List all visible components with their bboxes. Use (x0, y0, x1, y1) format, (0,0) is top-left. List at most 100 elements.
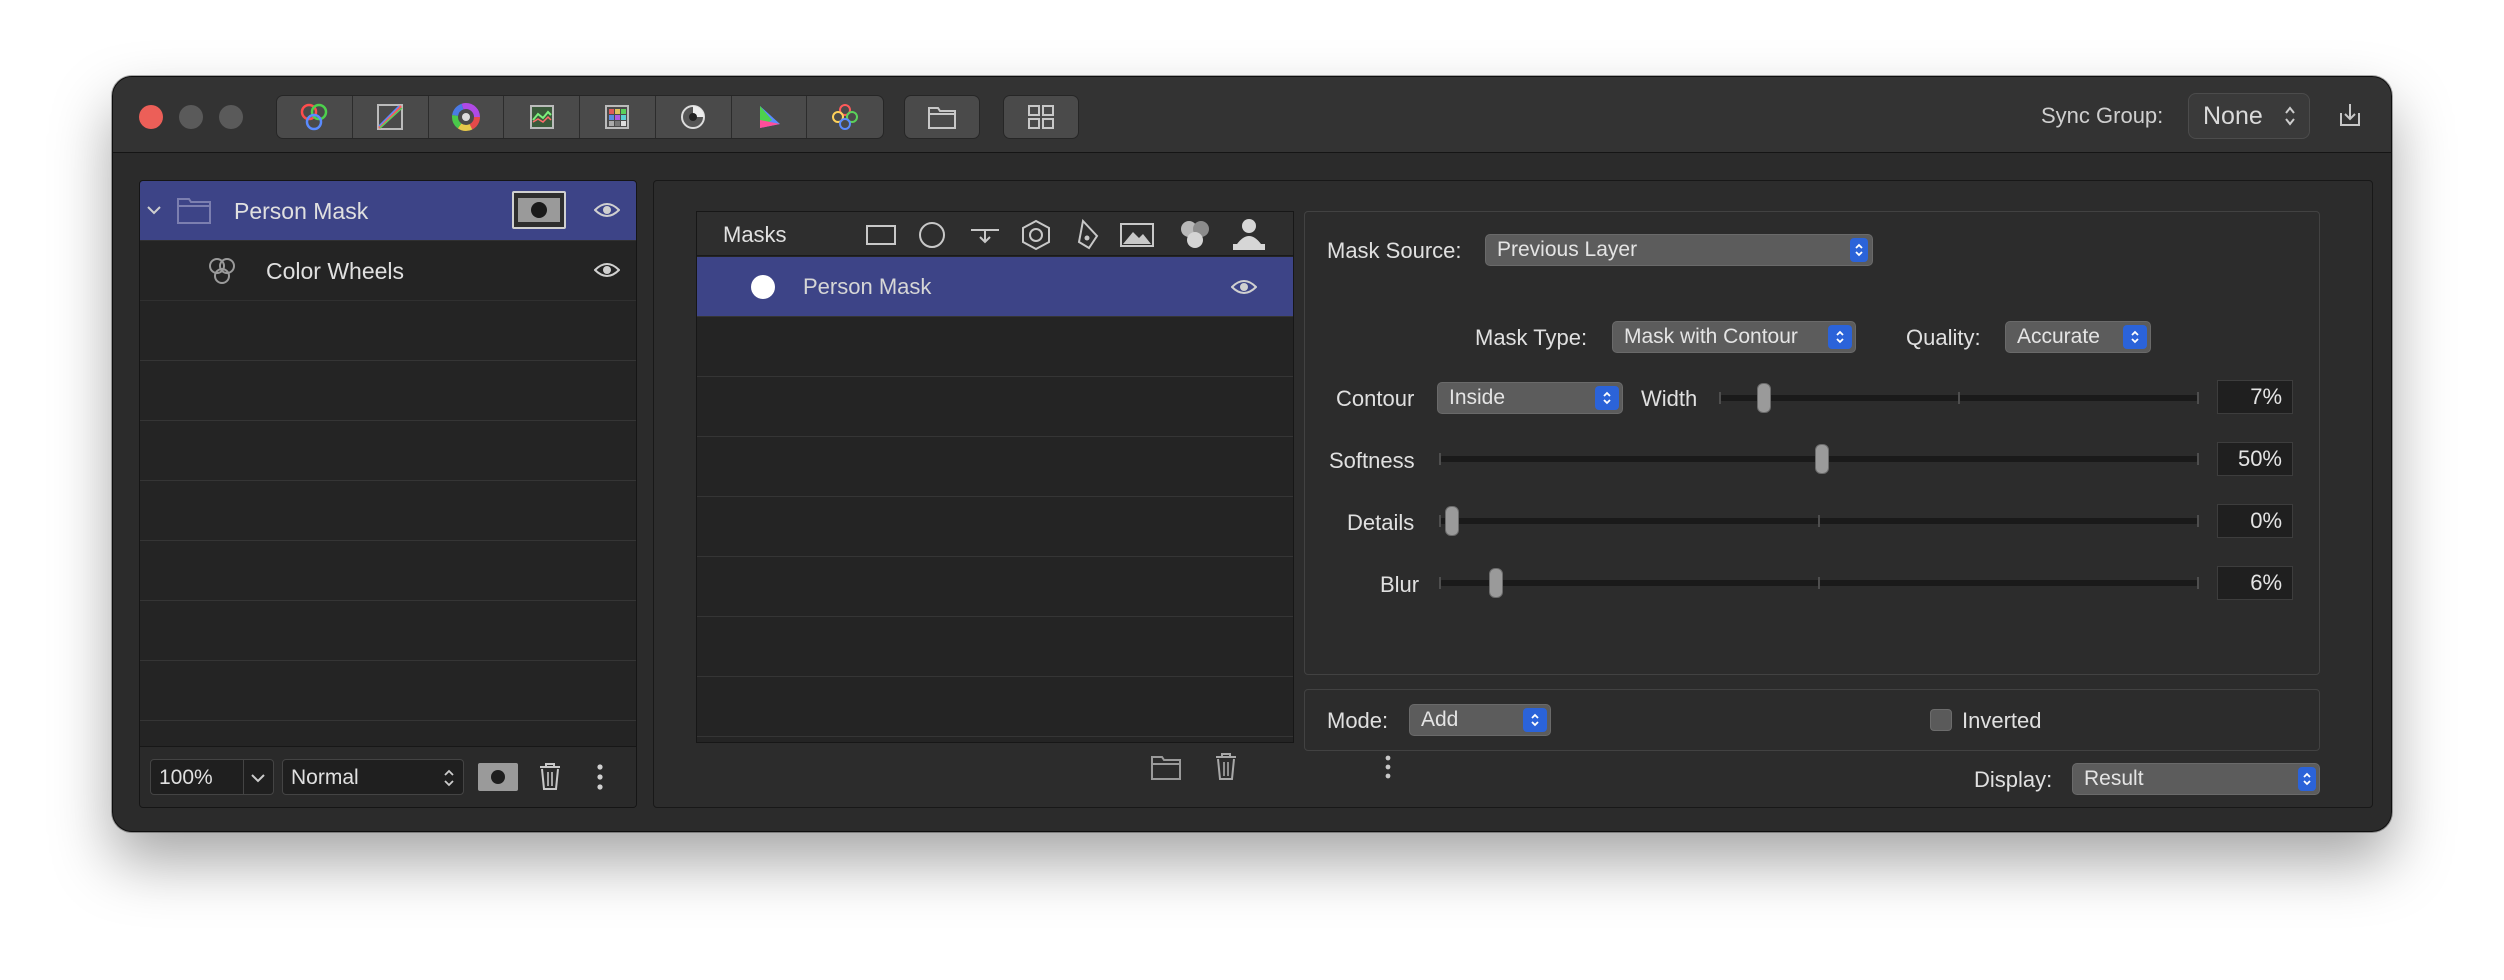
eye-icon[interactable] (594, 261, 620, 279)
blur-slider[interactable] (1439, 568, 2199, 598)
grid-lut-tool-button[interactable] (580, 96, 656, 138)
blur-value-field[interactable]: 6% (2217, 566, 2293, 600)
grid-view-button[interactable] (1004, 96, 1078, 138)
color-channels-tool-button[interactable] (807, 96, 883, 138)
new-folder-icon[interactable] (1150, 753, 1182, 781)
details-value-field[interactable]: 0% (2217, 504, 2293, 538)
empty-row (140, 301, 636, 361)
slider-knob[interactable] (1489, 568, 1503, 598)
stepper-arrows-icon (2285, 106, 2295, 126)
browser-button-group (904, 95, 980, 139)
sync-group-label: Sync Group: (2041, 103, 2164, 128)
polygon-mask-icon[interactable] (1019, 218, 1053, 252)
empty-row (140, 601, 636, 661)
grid-lut-icon (605, 105, 630, 129)
mask-dot-icon (751, 275, 775, 299)
slider-knob[interactable] (1757, 383, 1771, 413)
mask-thumbnail[interactable] (512, 191, 566, 229)
mask-source-select[interactable]: Previous Layer (1485, 234, 1873, 266)
chevron-down-icon[interactable] (146, 203, 162, 217)
layer-label: Person Mask (234, 198, 369, 224)
eye-icon[interactable] (1231, 278, 1257, 296)
mode-select[interactable]: Add (1409, 704, 1551, 736)
layer-label: Color Wheels (266, 258, 405, 284)
mask-source-label: Mask Source: (1327, 238, 1462, 263)
add-mask-button[interactable] (478, 763, 518, 791)
mask-row[interactable]: Person Mask (697, 257, 1293, 317)
quality-value: Accurate (2017, 325, 2100, 348)
more-options-icon[interactable] (1384, 754, 1392, 780)
color-wheels-icon (301, 103, 328, 131)
lens-tool-button[interactable] (656, 96, 732, 138)
width-value-field[interactable]: 7% (2217, 380, 2293, 414)
contour-select[interactable]: Inside (1437, 382, 1623, 414)
more-options-icon[interactable] (596, 762, 604, 792)
quality-select[interactable]: Accurate (2005, 321, 2151, 353)
gamut-triangle-icon (759, 106, 780, 128)
stepper-arrows-icon (1531, 713, 1539, 727)
blend-mode-select[interactable]: Normal (282, 759, 464, 795)
rectangle-mask-icon[interactable] (865, 224, 897, 246)
empty-row (140, 481, 636, 541)
color-key-mask-icon[interactable] (1177, 218, 1213, 252)
slider-tick (2197, 577, 2199, 589)
grid-view-icon (1028, 105, 1054, 129)
pen-mask-icon[interactable] (1075, 218, 1103, 252)
gradient-mask-icon[interactable] (969, 222, 1001, 248)
empty-row (697, 617, 1293, 677)
slider-tick (1958, 392, 1960, 404)
waveform-tool-button[interactable] (504, 96, 580, 138)
blend-mode-value: Normal (291, 766, 359, 789)
mode-box: Mode: Add Inverted (1304, 689, 2320, 751)
empty-row (697, 677, 1293, 737)
inverted-checkbox[interactable] (1930, 709, 1952, 731)
person-mask-icon[interactable] (1231, 216, 1267, 252)
trash-icon[interactable] (538, 761, 562, 791)
display-select[interactable]: Result (2072, 763, 2320, 795)
export-button[interactable] (2337, 101, 2363, 134)
mode-label: Mode: (1327, 708, 1389, 733)
sync-group-select[interactable]: None (2188, 93, 2310, 139)
display-value: Result (2084, 767, 2144, 790)
gamut-tool-button[interactable] (732, 96, 808, 138)
ellipse-mask-icon[interactable] (917, 220, 947, 250)
mask-type-select[interactable]: Mask with Contour (1612, 321, 1856, 353)
slider-tick (1818, 577, 1820, 589)
mask-source-value: Previous Layer (1497, 238, 1638, 261)
slider-knob[interactable] (1815, 444, 1829, 474)
slider-tick (1719, 392, 1721, 404)
tool-button-group (276, 95, 884, 139)
empty-row (697, 557, 1293, 617)
empty-row (697, 377, 1293, 437)
slider-tick (2197, 515, 2199, 527)
softness-slider[interactable] (1439, 444, 2199, 474)
browser-button[interactable] (905, 96, 979, 138)
softness-value-field[interactable]: 50% (2217, 442, 2293, 476)
zoom-combo[interactable]: 100% (150, 759, 274, 795)
zoom-button[interactable] (219, 105, 243, 129)
trash-icon[interactable] (1214, 751, 1238, 781)
hue-ring-tool-button[interactable] (429, 96, 505, 138)
image-mask-icon[interactable] (1119, 222, 1155, 248)
close-button[interactable] (139, 105, 163, 129)
color-wheels-tool-button[interactable] (277, 96, 353, 138)
layer-row[interactable]: Person Mask (140, 181, 636, 241)
details-slider[interactable] (1439, 506, 2199, 536)
stepper-arrows-icon (1855, 243, 1863, 257)
minimize-button[interactable] (179, 105, 203, 129)
folder-icon (928, 107, 956, 129)
eye-icon[interactable] (594, 201, 620, 219)
slider-tick (1439, 453, 1441, 465)
layer-row[interactable]: Color Wheels (140, 241, 636, 301)
color-wheels-icon (209, 258, 235, 284)
mask-icon (491, 770, 505, 784)
curves-tool-button[interactable] (353, 96, 429, 138)
hue-ring-icon (451, 103, 480, 131)
empty-row (697, 437, 1293, 497)
slider-knob[interactable] (1445, 506, 1459, 536)
mask-editor-panel: Masks Person Mask Mask Source: Previous … (653, 180, 2373, 808)
width-slider[interactable] (1719, 383, 2199, 413)
empty-row (140, 541, 636, 601)
stepper-arrows-icon (1836, 330, 1844, 344)
stepper-arrows-icon (2303, 772, 2311, 786)
